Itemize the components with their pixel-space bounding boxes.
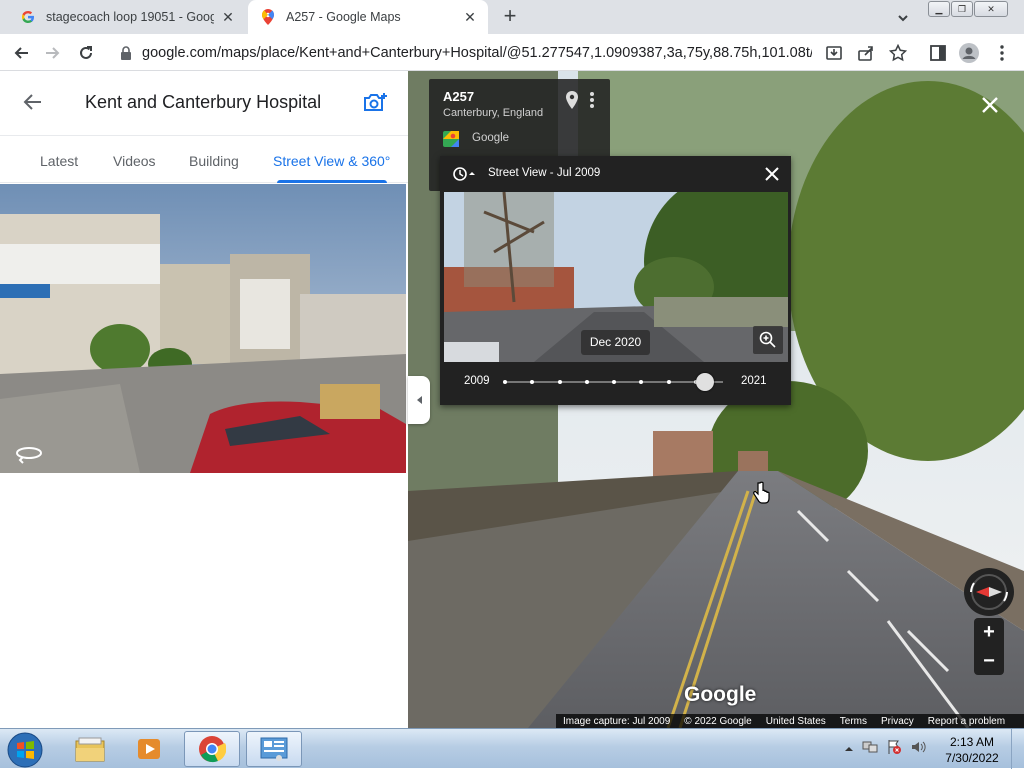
- copyright: © 2022 Google: [684, 715, 752, 727]
- zoom-in-button[interactable]: +: [974, 618, 1004, 646]
- profile-avatar-icon[interactable]: [959, 43, 979, 63]
- map-pin-icon[interactable]: [565, 91, 579, 109]
- collapse-panel-button[interactable]: [408, 376, 430, 424]
- google-maps-icon: [260, 9, 276, 25]
- terms-link[interactable]: Terms: [840, 716, 867, 727]
- more-menu-icon[interactable]: [992, 43, 1012, 63]
- new-tab-button[interactable]: +: [498, 5, 522, 29]
- system-tray: [844, 739, 926, 760]
- location-subtitle: Canterbury, England: [443, 107, 544, 119]
- timeline-date-dot[interactable]: [503, 380, 507, 384]
- hand-cursor-icon: [752, 481, 770, 505]
- timeline-slider-handle[interactable]: [696, 373, 714, 391]
- timeline-date-dot[interactable]: [584, 380, 589, 384]
- system-clock[interactable]: 2:13 AM 7/30/2022: [944, 734, 1000, 766]
- minimize-icon[interactable]: ▁: [928, 1, 950, 17]
- region-link[interactable]: United States: [766, 716, 826, 727]
- browser-toolbar: google.com/maps/place/Kent+and+Canterbur…: [0, 34, 1024, 71]
- timeline-date-dot[interactable]: [557, 380, 562, 384]
- time-travel-panel: Street View - Jul 2009 2009 2021: [440, 156, 791, 405]
- tab-street-view-360[interactable]: Street View & 360°: [273, 153, 390, 169]
- active-tab-indicator: [277, 180, 387, 183]
- back-icon[interactable]: [9, 41, 33, 65]
- tab-building[interactable]: Building: [189, 153, 239, 169]
- report-problem-link[interactable]: Report a problem: [928, 716, 1005, 727]
- google-maps-icon: [443, 131, 459, 147]
- address-bar[interactable]: google.com/maps/place/Kent+and+Canterbur…: [110, 38, 820, 67]
- place-panel: Kent and Canterbury Hospital Latest Vide…: [0, 71, 408, 728]
- location-title: A257: [443, 89, 475, 104]
- network-icon[interactable]: [862, 739, 878, 760]
- file-explorer-icon[interactable]: [62, 731, 118, 767]
- close-street-view-icon[interactable]: [978, 93, 1002, 117]
- action-center-flag-icon[interactable]: [886, 739, 902, 760]
- tab-search-icon[interactable]: [893, 8, 913, 28]
- zoom-preview-icon[interactable]: [753, 326, 783, 354]
- back-arrow-icon[interactable]: [22, 91, 44, 113]
- media-player-icon[interactable]: [121, 731, 177, 767]
- photo-category-tabs: Latest Videos Building Street View & 360…: [0, 135, 408, 183]
- windows-taskbar: 2:13 AM 7/30/2022: [0, 728, 1024, 769]
- restore-icon[interactable]: ❐: [951, 1, 973, 17]
- side-panel-icon[interactable]: [928, 43, 948, 63]
- tab-videos[interactable]: Videos: [113, 153, 156, 169]
- timeline-start-year: 2009: [464, 375, 490, 387]
- bookmark-star-icon[interactable]: [888, 43, 908, 63]
- tab-close-icon[interactable]: ✕: [462, 9, 478, 25]
- tab-title: A257 - Google Maps: [286, 10, 401, 24]
- panel-header: Kent and Canterbury Hospital: [0, 71, 408, 134]
- reload-icon[interactable]: [74, 41, 98, 65]
- volume-icon[interactable]: [910, 739, 926, 760]
- street-view-thumbnail[interactable]: [0, 184, 406, 473]
- rotate-360-icon[interactable]: [14, 443, 44, 465]
- browser-tab-strip: stagecoach loop 19051 - Google ✕ A257 - …: [0, 0, 1024, 34]
- add-photo-icon[interactable]: [362, 91, 388, 115]
- tab-google-search[interactable]: stagecoach loop 19051 - Google ✕: [8, 0, 246, 34]
- zoom-controls: + −: [974, 618, 1004, 675]
- tab-title: stagecoach loop 19051 - Google: [46, 10, 214, 24]
- clock-date: 7/30/2022: [945, 751, 999, 765]
- google-watermark: Google: [684, 683, 757, 706]
- close-time-travel-icon[interactable]: [763, 165, 781, 183]
- clock-time: 2:13 AM: [949, 735, 995, 749]
- timeline-end-year: 2021: [741, 375, 767, 387]
- show-desktop-button[interactable]: [1011, 729, 1024, 769]
- image-capture-date: Image capture: Jul 2009: [563, 715, 671, 727]
- tab-latest[interactable]: Latest: [40, 153, 78, 169]
- show-hidden-icons-icon[interactable]: [844, 741, 854, 759]
- timeline-date-dot[interactable]: [612, 380, 616, 384]
- windows-start-icon[interactable]: [5, 731, 45, 769]
- url-text[interactable]: google.com/maps/place/Kent+and+Canterbur…: [142, 45, 812, 61]
- timeline-date-dot[interactable]: [666, 380, 671, 384]
- place-title: Kent and Canterbury Hospital: [85, 92, 322, 112]
- install-app-icon[interactable]: [824, 43, 844, 63]
- more-options-icon[interactable]: [587, 91, 597, 109]
- close-window-icon[interactable]: ✕: [974, 1, 1008, 17]
- imagery-source: Google: [472, 132, 510, 144]
- time-travel-title: Street View - Jul 2009: [488, 167, 601, 179]
- map-footer: Image capture: Jul 2009 © 2022 Google Un…: [556, 714, 1024, 728]
- forward-icon[interactable]: [41, 41, 65, 65]
- history-clock-icon[interactable]: [452, 166, 476, 182]
- chrome-icon[interactable]: [184, 731, 240, 767]
- google-g-icon: [20, 9, 36, 25]
- share-icon[interactable]: [856, 43, 876, 63]
- selected-date-label: Dec 2020: [581, 330, 650, 355]
- window-controls: ▁ ❐ ✕: [928, 1, 1008, 17]
- tab-google-maps[interactable]: A257 - Google Maps ✕: [248, 0, 488, 34]
- privacy-link[interactable]: Privacy: [881, 716, 914, 727]
- lock-icon[interactable]: [120, 45, 132, 60]
- compass-icon[interactable]: [964, 568, 1014, 616]
- tab-close-icon[interactable]: ✕: [220, 9, 236, 25]
- control-panel-icon[interactable]: [246, 731, 302, 767]
- zoom-out-button[interactable]: −: [974, 647, 1004, 675]
